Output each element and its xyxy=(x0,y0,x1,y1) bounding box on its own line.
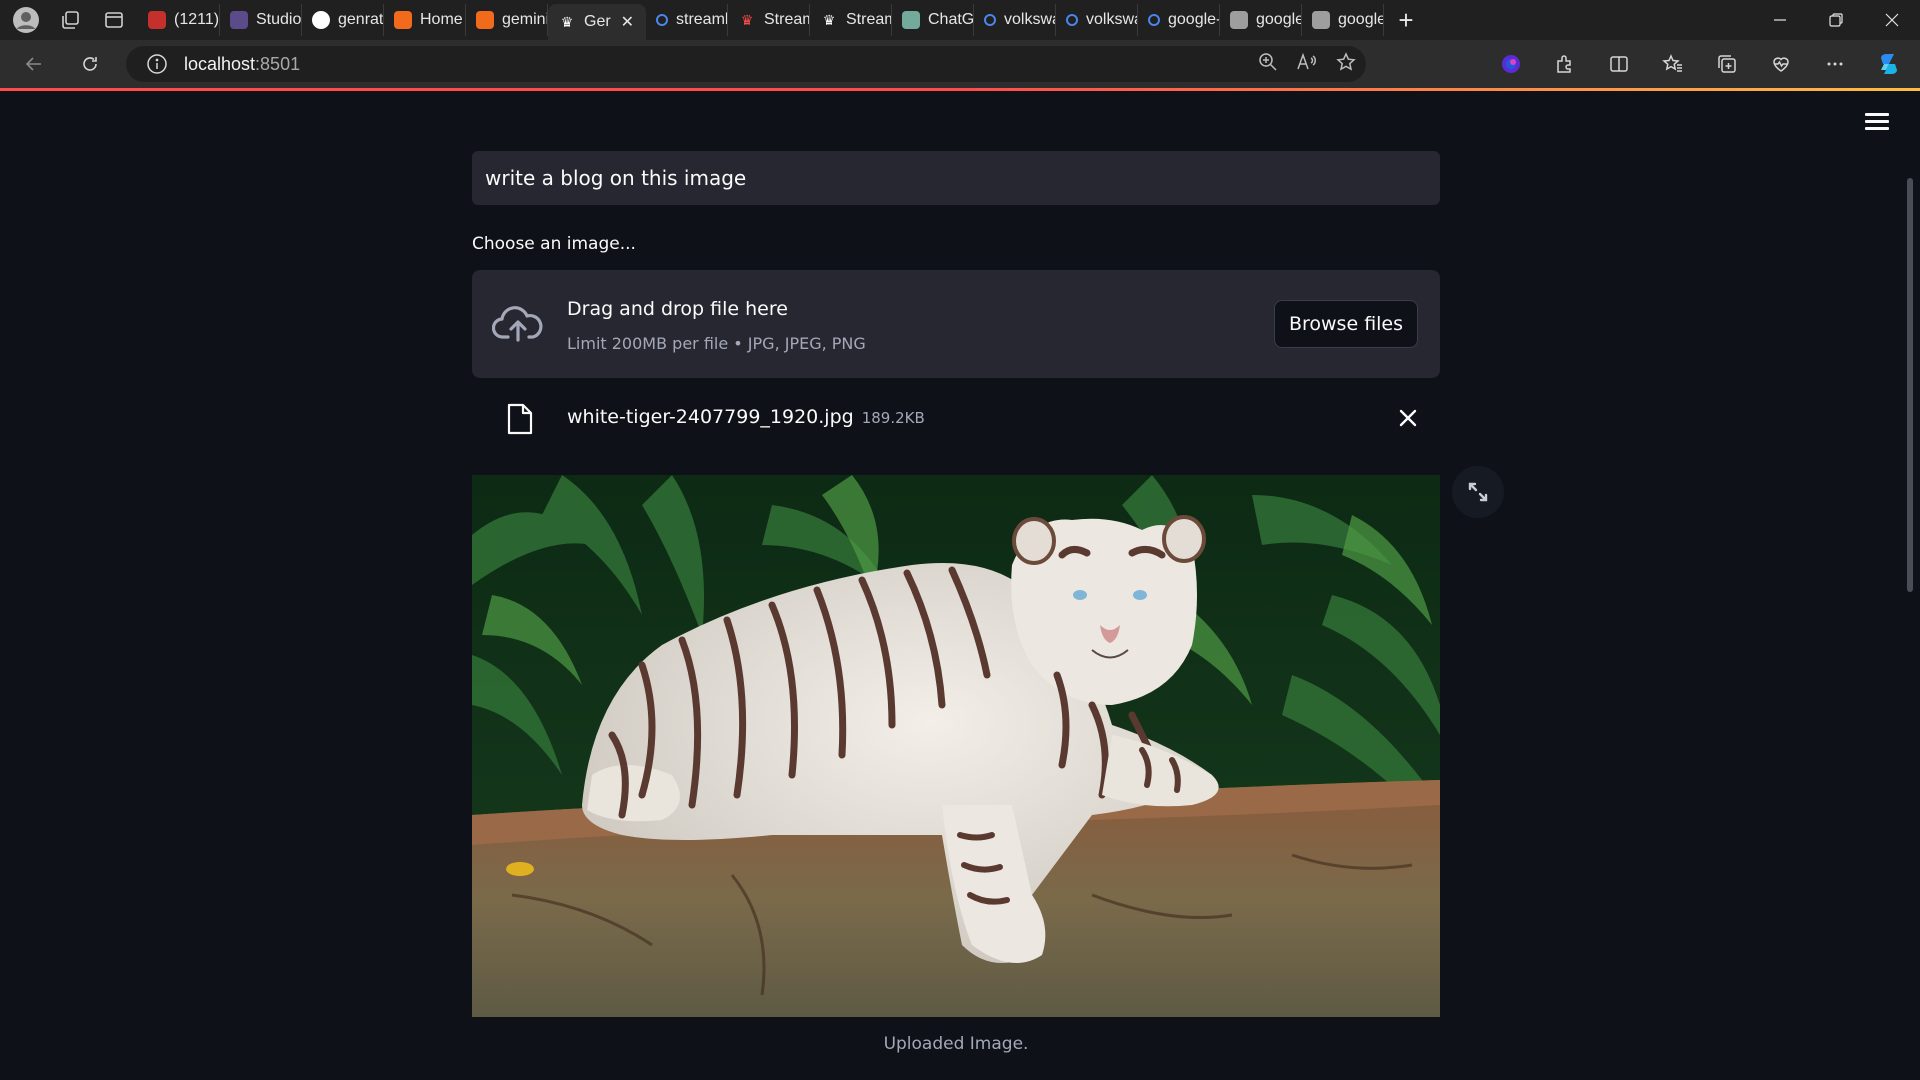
uploaded-file-row: white-tiger-2407799_1920.jpg 189.2KB xyxy=(472,378,1440,458)
browser-tab[interactable]: google- xyxy=(1220,4,1302,36)
file-size: 189.2KB xyxy=(861,409,925,427)
prompt-input[interactable]: write a blog on this image xyxy=(472,151,1440,205)
tab-title: google- xyxy=(1168,11,1220,28)
tab-title: Streamli xyxy=(846,11,891,28)
browser-tab[interactable]: ChatGP xyxy=(892,4,974,36)
refresh-button[interactable] xyxy=(70,46,110,82)
file-dropzone[interactable]: Drag and drop file here Limit 200MB per … xyxy=(472,270,1440,378)
favorites-icon[interactable] xyxy=(1646,46,1700,82)
tab-title: volkswa xyxy=(1004,11,1056,28)
browser-tab[interactable]: Home P xyxy=(384,4,466,36)
search-icon xyxy=(656,14,668,26)
zoom-icon[interactable] xyxy=(1258,52,1278,77)
profile-avatar-icon[interactable] xyxy=(8,4,44,36)
circle-icon xyxy=(1230,11,1248,29)
address-bar[interactable]: localhost:8501 xyxy=(126,46,1366,82)
image-caption: Uploaded Image. xyxy=(883,1034,1029,1054)
browse-files-button[interactable]: Browse files xyxy=(1274,300,1418,348)
browser-tab[interactable]: google- xyxy=(1138,4,1220,36)
collections-icon[interactable] xyxy=(1700,46,1754,82)
browser-toolbar: localhost:8501 xyxy=(0,40,1920,88)
copilot-extension-icon[interactable] xyxy=(1484,46,1538,82)
url-port: :8501 xyxy=(255,53,301,74)
search-icon xyxy=(1066,14,1078,26)
browser-extensions xyxy=(1484,46,1916,82)
uploaded-image xyxy=(472,475,1440,1017)
file-name-text: white-tiger-2407799_1920.jpg xyxy=(567,406,854,428)
browser-tab-bar: (1211) C Studio 1 genrativ Home P gemini_ ♛ Ge… xyxy=(0,0,1920,40)
close-icon xyxy=(1399,409,1417,427)
tab-title: (1211) C xyxy=(174,11,220,28)
browser-tab[interactable]: Studio 1 xyxy=(220,4,302,36)
browser-essentials-icon[interactable] xyxy=(1754,46,1808,82)
browser-tab[interactable]: volkswa xyxy=(974,4,1056,36)
main-menu-icon[interactable] xyxy=(1865,113,1889,133)
streamlit-icon: ♛ xyxy=(822,11,836,28)
tab-title: ChatGP xyxy=(928,11,974,28)
file-icon xyxy=(476,11,494,29)
remove-file-button[interactable] xyxy=(1394,404,1422,432)
tiger-photo-illustration xyxy=(472,475,1440,1017)
main-content: write a blog on this image Choose an ima… xyxy=(472,151,1440,458)
site-info-icon[interactable] xyxy=(146,53,168,75)
more-options-icon[interactable] xyxy=(1808,46,1862,82)
close-tab-icon[interactable]: ✕ xyxy=(621,12,634,32)
vertical-tabs-icon[interactable] xyxy=(96,4,132,36)
read-aloud-icon[interactable] xyxy=(1296,52,1318,77)
github-icon xyxy=(312,11,330,29)
studio-icon xyxy=(230,11,248,29)
new-tab-button[interactable]: + xyxy=(1388,4,1424,36)
tab-title: volkswa xyxy=(1086,11,1138,28)
window-controls xyxy=(1752,0,1920,40)
copilot-icon[interactable] xyxy=(1862,46,1916,82)
dropzone-title: Drag and drop file here xyxy=(567,298,788,320)
file-icon xyxy=(507,403,533,435)
split-screen-icon[interactable] xyxy=(1592,46,1646,82)
tab-title: genrativ xyxy=(338,11,384,28)
tab-title: Studio 1 xyxy=(256,11,302,28)
browser-tab[interactable]: google- xyxy=(1302,4,1384,36)
uploaded-file-name: white-tiger-2407799_1920.jpg 189.2KB xyxy=(567,406,925,428)
tab-title: google- xyxy=(1256,11,1301,28)
browser-tab[interactable]: ♛ Ger ✕ xyxy=(548,4,646,40)
expand-icon xyxy=(1468,482,1488,502)
address-bar-actions xyxy=(1258,51,1356,77)
extensions-icon[interactable] xyxy=(1538,46,1592,82)
url-host: localhost xyxy=(184,53,256,74)
browser-tab[interactable]: genrativ xyxy=(302,4,384,36)
browser-tab[interactable]: ♛ Streamli xyxy=(728,4,810,36)
tab-title: Home P xyxy=(420,11,465,28)
browser-tab[interactable]: ♛ Streamli xyxy=(810,4,892,36)
streamlit-icon: ♛ xyxy=(560,13,574,30)
tab-title: streamli xyxy=(676,11,728,28)
fullscreen-button[interactable] xyxy=(1452,466,1504,518)
tab-title: Streamli xyxy=(764,11,809,28)
streamlit-icon: ♛ xyxy=(740,11,754,28)
minimize-button[interactable] xyxy=(1752,0,1808,40)
grid-icon xyxy=(1312,11,1330,29)
browser-tab[interactable]: (1211) C xyxy=(138,4,220,36)
restore-button[interactable] xyxy=(1808,0,1864,40)
loader-icon xyxy=(394,11,412,29)
tab-title: google- xyxy=(1338,11,1383,28)
chatgpt-icon xyxy=(902,11,920,29)
browser-tab[interactable]: volkswa xyxy=(1056,4,1138,36)
youtube-icon xyxy=(148,11,166,29)
page-scrollbar[interactable] xyxy=(1907,178,1913,592)
search-icon xyxy=(984,14,996,26)
browser-tab[interactable]: gemini_ xyxy=(466,4,548,36)
close-window-button[interactable] xyxy=(1864,0,1920,40)
browser-tab[interactable]: streamli xyxy=(646,4,728,36)
search-icon xyxy=(1148,14,1160,26)
tab-title: gemini_ xyxy=(502,11,547,28)
workspaces-icon[interactable] xyxy=(52,4,88,36)
back-button[interactable] xyxy=(14,46,54,82)
tab-strip: (1211) C Studio 1 genrativ Home P gemini_ ♛ Ge… xyxy=(138,0,1384,40)
cloud-upload-icon xyxy=(492,306,543,342)
uploader-label: Choose an image... xyxy=(472,234,636,254)
dropzone-subtitle: Limit 200MB per file • JPG, JPEG, PNG xyxy=(567,334,866,353)
favorite-star-icon[interactable] xyxy=(1336,51,1356,77)
tab-title: Ger xyxy=(584,13,611,30)
